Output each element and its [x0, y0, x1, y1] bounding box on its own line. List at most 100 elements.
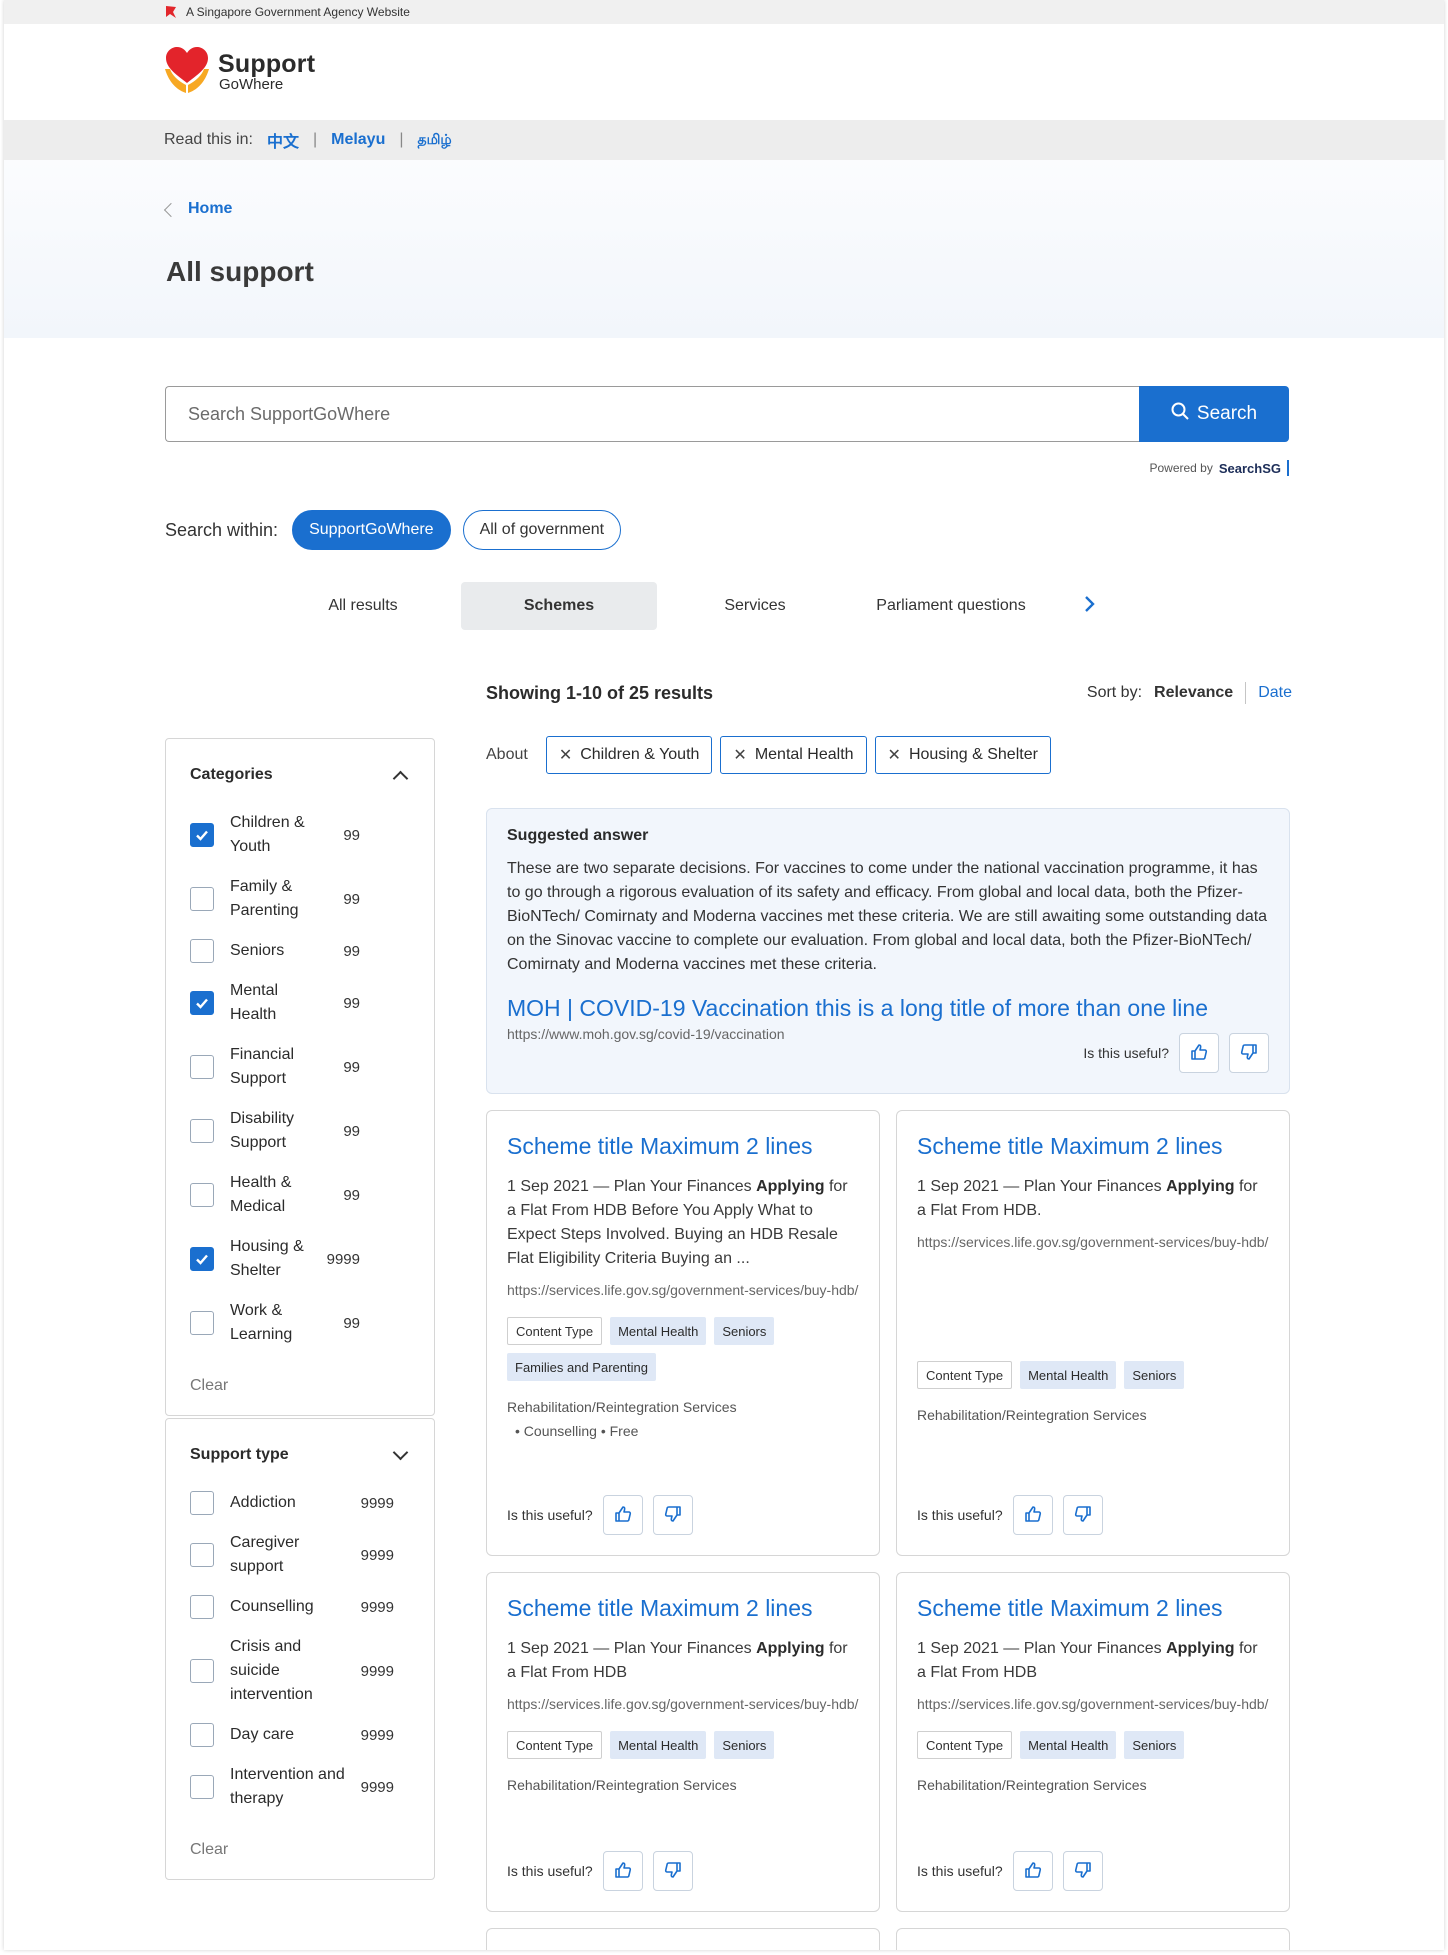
card-title-link[interactable]: Scheme title Maximum 2 lines	[917, 1593, 1269, 1623]
filter-chip-children-youth[interactable]: ✕ Children & Youth	[545, 736, 713, 774]
support-type-option[interactable]: Crisis and suicide intervention 9999	[190, 1635, 410, 1707]
checkbox[interactable]	[190, 1311, 214, 1335]
card-date-lead: 1 Sep 2021 — Plan Your Finances	[917, 1178, 1167, 1195]
categories-header[interactable]: Categories	[190, 757, 410, 793]
chevron-up-icon[interactable]	[392, 770, 409, 786]
filter-chip-mental-health[interactable]: ✕ Mental Health	[720, 736, 867, 774]
checkbox[interactable]	[190, 1659, 214, 1683]
tag: Content Type	[917, 1361, 1013, 1389]
tab-parliament-questions[interactable]: Parliament questions	[853, 582, 1049, 630]
checkbox[interactable]	[190, 1775, 214, 1799]
thumbs-up-button[interactable]	[1179, 1033, 1219, 1073]
checkbox[interactable]	[190, 1595, 214, 1619]
suggested-answer-link[interactable]: MOH | COVID-19 Vaccination this is a lon…	[507, 995, 1269, 1022]
option-label: Family & Parenting	[230, 878, 299, 919]
checkbox[interactable]	[190, 991, 214, 1015]
thumbs-up-icon	[1190, 1043, 1208, 1064]
language-tamil-link[interactable]: தமிழ்	[418, 131, 452, 150]
thumbs-down-button[interactable]	[652, 1495, 693, 1535]
card-category: Rehabilitation/Reintegration Services	[917, 1407, 1147, 1423]
result-card[interactable]: Scheme title Maximum 2 lines 1 Sep 2021 …	[896, 1572, 1290, 1912]
card-highlight: Applying	[1166, 1178, 1235, 1195]
option-label: Mental Health	[230, 982, 279, 1023]
check-icon	[196, 830, 208, 841]
category-option[interactable]: Housing & Shelter 9999	[190, 1235, 410, 1283]
checkbox[interactable]	[190, 1119, 214, 1143]
option-label: Day care	[230, 1726, 295, 1743]
breadcrumb-home-link[interactable]: Home	[188, 200, 232, 218]
tab-services[interactable]: Services	[657, 582, 853, 630]
support-type-option[interactable]: Intervention and therapy 9999	[190, 1763, 410, 1811]
category-option[interactable]: Children & Youth 99	[190, 811, 410, 859]
thumbs-up-button[interactable]	[1012, 1495, 1053, 1535]
feedback: Is this useful?	[1083, 1033, 1269, 1073]
brand-bar	[1287, 460, 1289, 476]
language-chinese-link[interactable]: 中文	[267, 128, 299, 152]
support-type-title: Support type	[190, 1446, 289, 1463]
chevron-down-icon[interactable]	[392, 1444, 409, 1460]
checkbox[interactable]	[190, 1491, 214, 1515]
thumbs-up-button[interactable]	[602, 1851, 643, 1891]
checkbox[interactable]	[190, 939, 214, 963]
support-type-option[interactable]: Counselling 9999	[190, 1595, 410, 1619]
result-card[interactable]: Scheme title Maximum 2 lines 1 Sep 2021 …	[486, 1572, 880, 1912]
tab-schemes[interactable]: Schemes	[461, 582, 657, 630]
category-option[interactable]: Family & Parenting 99	[190, 875, 410, 923]
site-logo[interactable]: Support GoWhere	[164, 45, 315, 100]
sort-date[interactable]: Date	[1258, 684, 1292, 702]
card-title-link[interactable]: Scheme title Maximum 2 lines	[507, 1131, 859, 1161]
search-bar: Search	[165, 386, 1289, 442]
search-button[interactable]: Search	[1139, 386, 1289, 442]
checkbox[interactable]	[190, 1055, 214, 1079]
search-button-label: Search	[1196, 403, 1258, 424]
support-type-clear-link[interactable]: Clear	[190, 1827, 410, 1879]
thumbs-up-icon	[1024, 1505, 1042, 1526]
support-type-option[interactable]: Day care 9999	[190, 1723, 410, 1747]
category-option[interactable]: Mental Health 99	[190, 979, 410, 1027]
card-title-link[interactable]: Scheme title Maximum 2 lines	[507, 1593, 859, 1623]
close-icon[interactable]: ✕	[559, 745, 572, 765]
category-option[interactable]: Health & Medical 99	[190, 1171, 410, 1219]
category-option[interactable]: Seniors 99	[190, 939, 410, 963]
close-icon[interactable]: ✕	[888, 745, 901, 765]
option-count: 9999	[326, 1250, 360, 1268]
scope-supportgowhere-pill[interactable]: SupportGoWhere	[292, 510, 451, 550]
result-card[interactable]: Scheme title Maximum 2 lines 1 Sep 2021 …	[486, 1110, 880, 1556]
thumbs-up-button[interactable]	[1012, 1851, 1053, 1891]
thumbs-down-button[interactable]	[1229, 1033, 1269, 1073]
thumbs-down-icon	[1074, 1861, 1092, 1882]
search-input[interactable]	[165, 386, 1139, 442]
checkbox[interactable]	[190, 823, 214, 847]
thumbs-up-button[interactable]	[602, 1495, 643, 1535]
categories-clear-link[interactable]: Clear	[190, 1363, 410, 1415]
option-count: 99	[343, 1186, 360, 1204]
category-option[interactable]: Work & Learning 99	[190, 1299, 410, 1347]
tag: Seniors	[1124, 1361, 1185, 1389]
sort-relevance[interactable]: Relevance	[1154, 684, 1233, 702]
checkbox[interactable]	[190, 1247, 214, 1271]
card-title-link[interactable]: Scheme title Maximum 2 lines	[917, 1131, 1269, 1161]
checkbox[interactable]	[190, 1723, 214, 1747]
category-option[interactable]: Financial Support 99	[190, 1043, 410, 1091]
support-type-option[interactable]: Caregiver support 9999	[190, 1531, 410, 1579]
tab-all-results[interactable]: All results	[265, 582, 461, 630]
option-label: Disability Support	[230, 1110, 295, 1151]
thumbs-down-button[interactable]	[652, 1851, 693, 1891]
chevron-right-icon[interactable]	[1083, 593, 1097, 619]
thumbs-down-button[interactable]	[1062, 1495, 1103, 1535]
site-header: Support GoWhere	[4, 24, 1444, 120]
checkbox[interactable]	[190, 1183, 214, 1207]
support-type-header[interactable]: Support type	[190, 1437, 410, 1473]
close-icon[interactable]: ✕	[733, 745, 746, 765]
language-malay-link[interactable]: Melayu	[331, 131, 385, 149]
result-card[interactable]	[486, 1928, 880, 1950]
checkbox[interactable]	[190, 887, 214, 911]
result-card[interactable]	[896, 1928, 1290, 1950]
result-card[interactable]: Scheme title Maximum 2 lines 1 Sep 2021 …	[896, 1110, 1290, 1556]
support-type-option[interactable]: Addiction 9999	[190, 1491, 410, 1515]
thumbs-down-button[interactable]	[1062, 1851, 1103, 1891]
category-option[interactable]: Disability Support 99	[190, 1107, 410, 1155]
scope-all-government-pill[interactable]: All of government	[462, 510, 622, 550]
checkbox[interactable]	[190, 1543, 214, 1567]
filter-chip-housing-shelter[interactable]: ✕ Housing & Shelter	[874, 736, 1051, 774]
